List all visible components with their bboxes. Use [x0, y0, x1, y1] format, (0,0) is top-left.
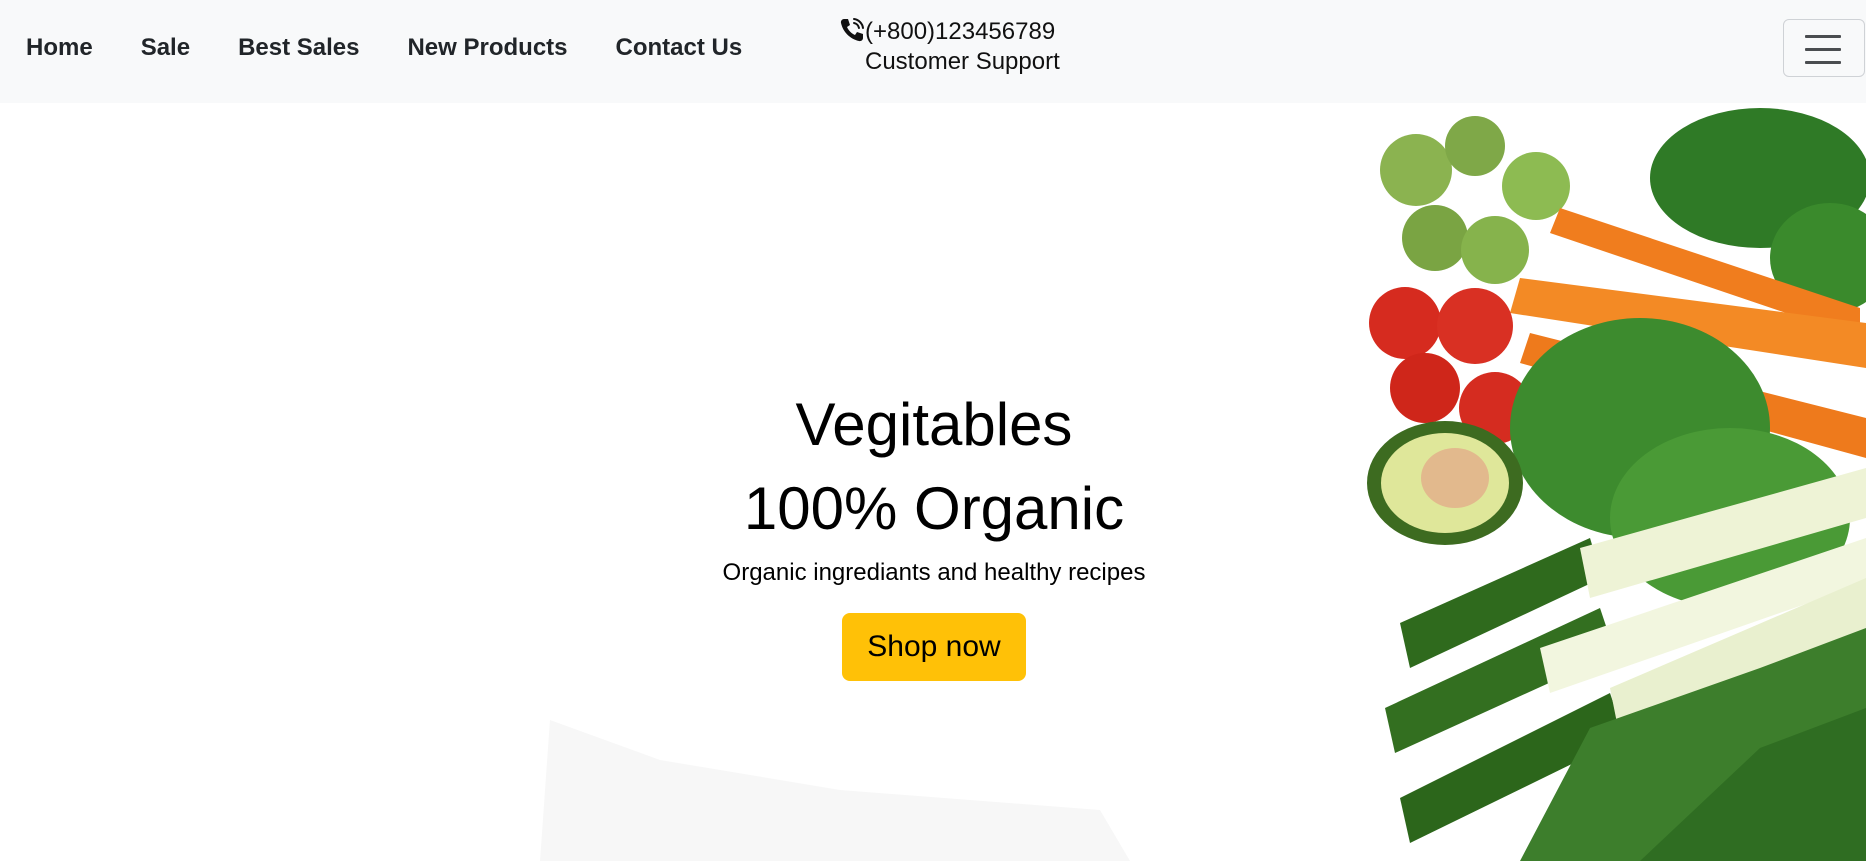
background-faint-shape	[540, 720, 1130, 861]
vegetables-image	[1367, 108, 1866, 861]
hamburger-menu-icon	[1805, 48, 1841, 51]
nav-link-best-sales[interactable]: Best Sales	[238, 34, 359, 62]
hero-content: Vegitables 100% Organic Organic ingredia…	[660, 385, 1208, 681]
hero-tagline: Organic ingrediants and healthy recipes	[722, 559, 1146, 586]
support-label: Customer Support	[865, 48, 1060, 75]
hamburger-menu-icon	[1805, 35, 1841, 38]
navbar: Home Sale Best Sales New Products Contac…	[0, 0, 1866, 103]
nav-link-new-products[interactable]: New Products	[407, 34, 567, 62]
nav-link-sale[interactable]: Sale	[141, 34, 190, 62]
hero-title: Vegitables	[795, 391, 1073, 458]
nav-link-contact-us[interactable]: Contact Us	[616, 34, 743, 62]
support-phone-number[interactable]: (+800)123456789	[865, 18, 1055, 46]
nav-links: Home Sale Best Sales New Products Contac…	[26, 34, 790, 62]
hero-subtitle: 100% Organic	[743, 475, 1125, 542]
nav-link-home[interactable]: Home	[26, 34, 93, 62]
shop-now-button[interactable]: Shop now	[842, 613, 1026, 681]
hamburger-menu-icon	[1805, 61, 1841, 64]
phone-call-icon	[840, 18, 864, 42]
navbar-toggler-button[interactable]	[1783, 19, 1865, 77]
